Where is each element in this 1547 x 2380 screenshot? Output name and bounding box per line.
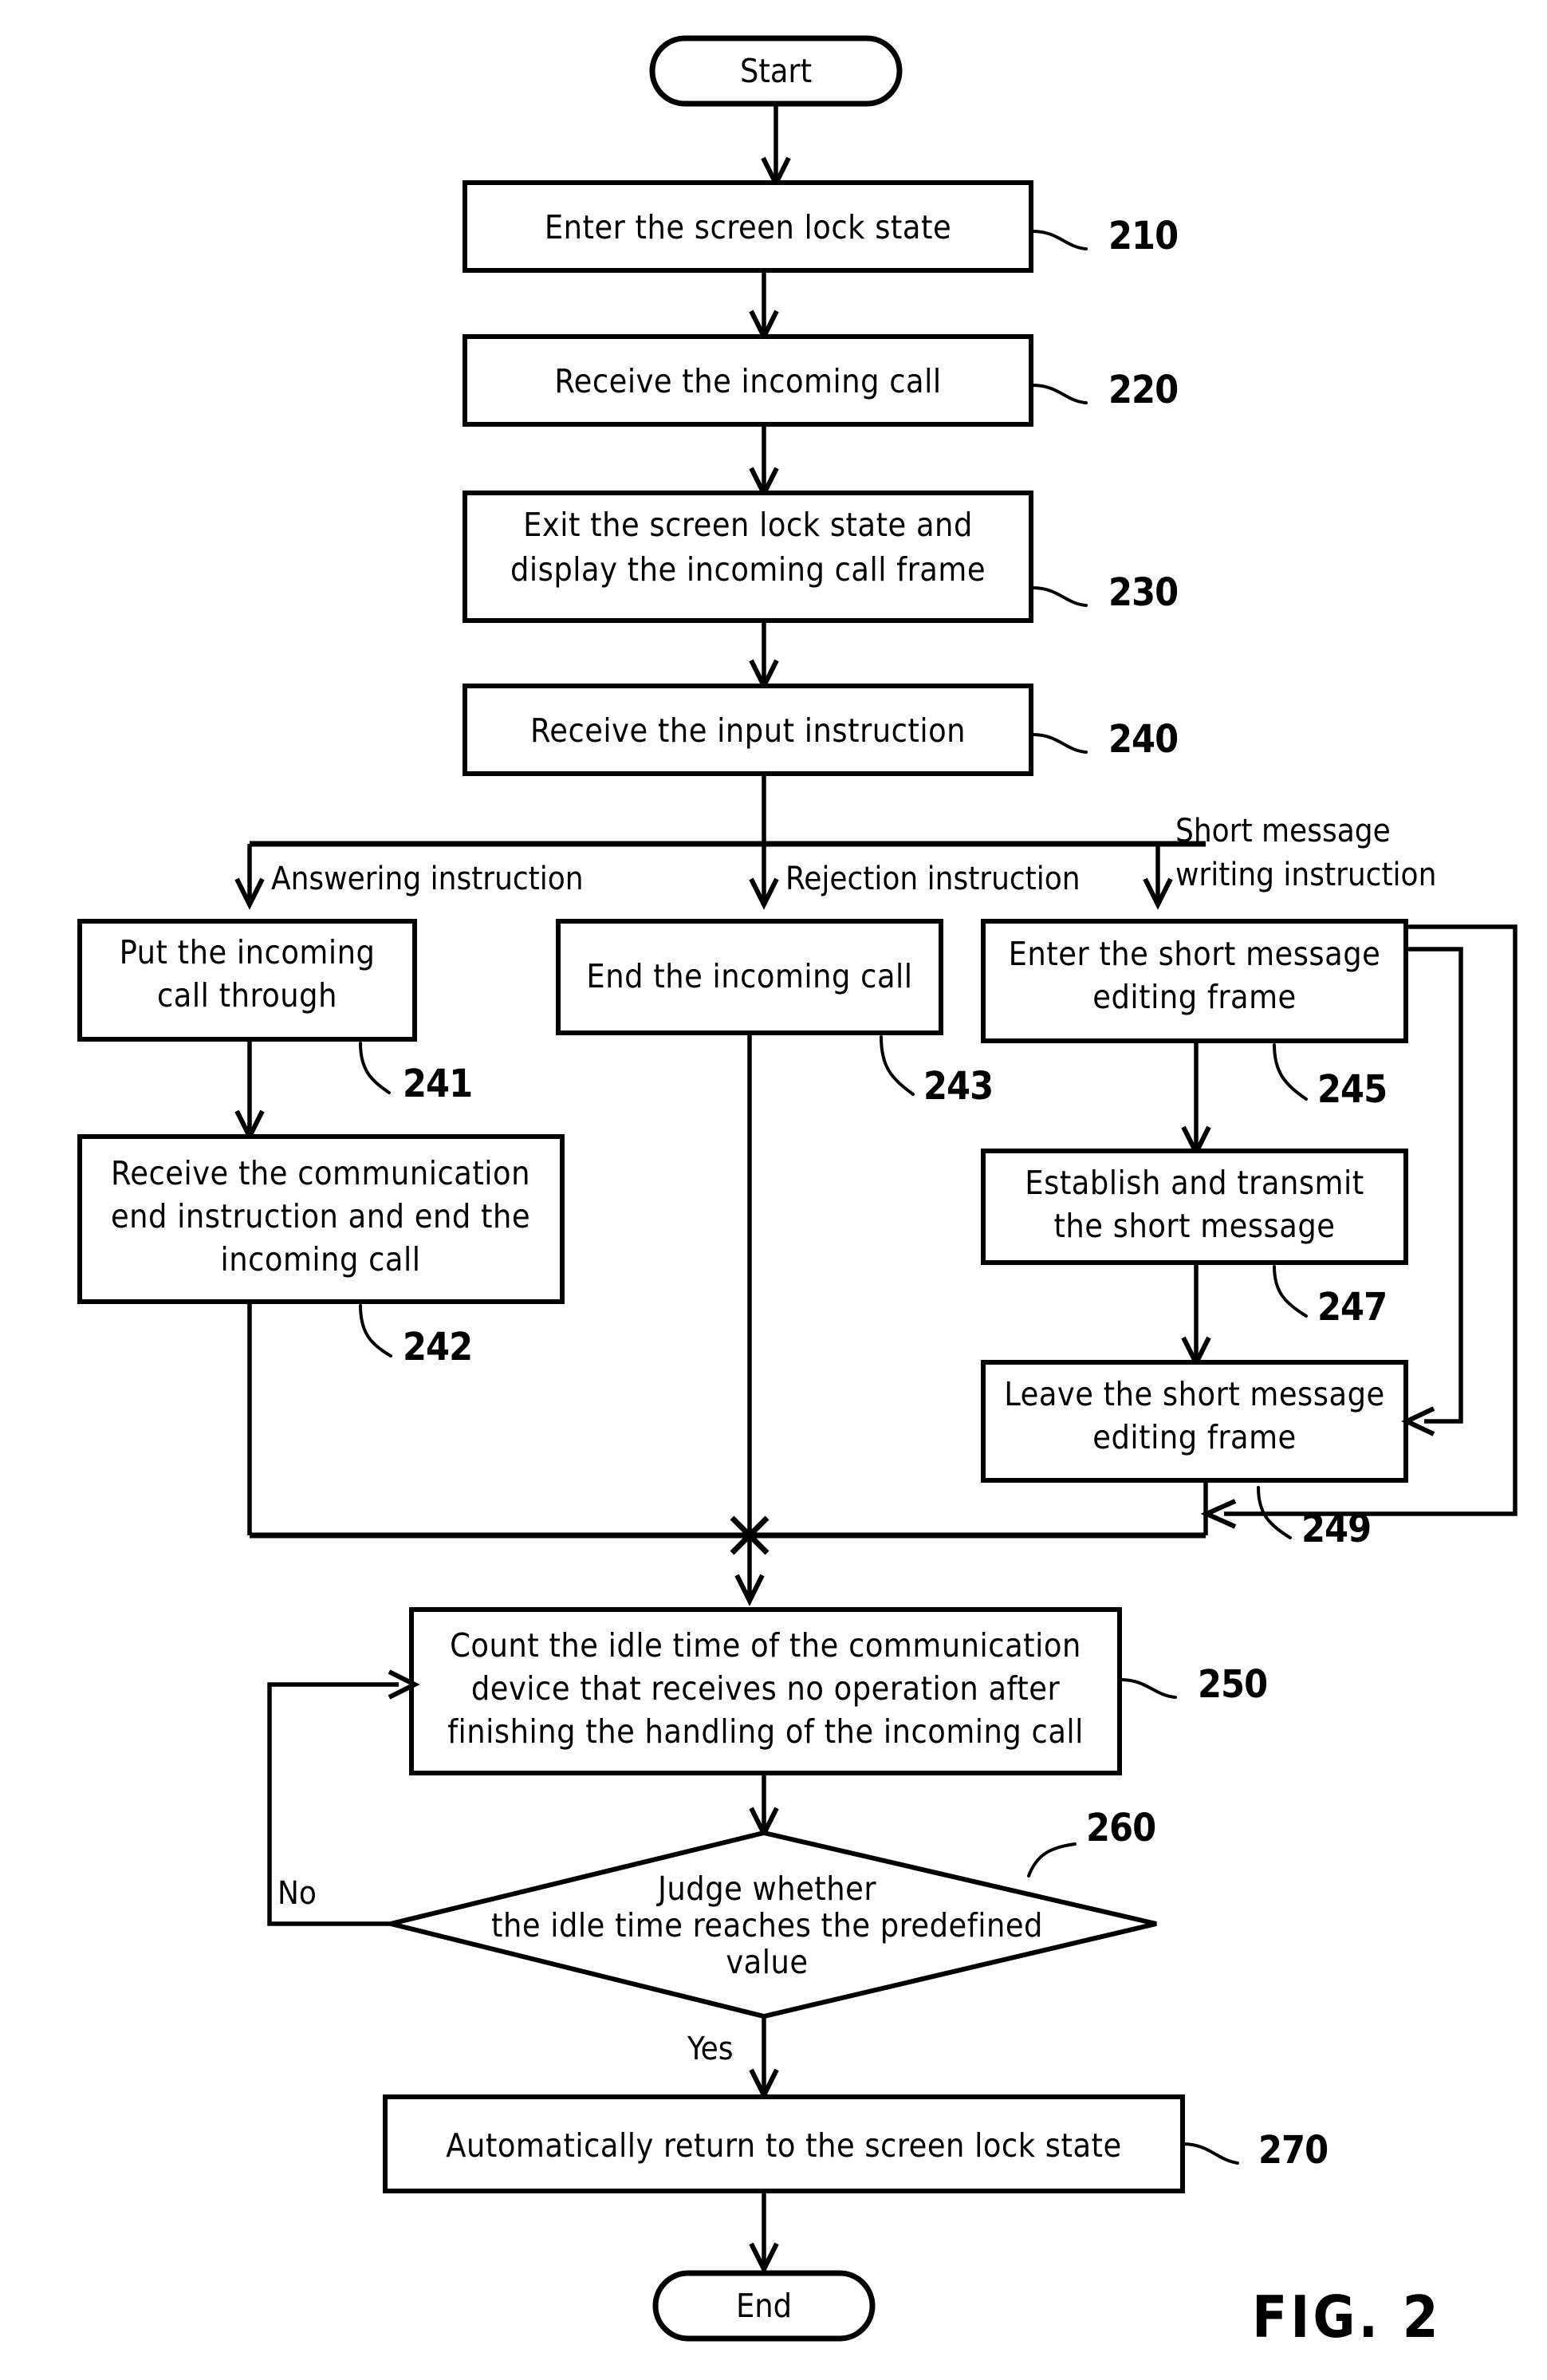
- node-247-line-0: Establish and transmit: [1025, 1164, 1364, 1202]
- node-230-line-0: Exit the screen lock state and: [523, 506, 973, 544]
- node-220: Receive the incoming call: [463, 334, 1033, 427]
- connector-210-to-220: [749, 270, 779, 342]
- connector-241-to-242: [234, 1039, 265, 1142]
- node-240: Receive the input instruction: [463, 684, 1033, 776]
- node-249-line-0: Leave the short message: [1004, 1375, 1384, 1413]
- node-241: Put the incoming call through: [77, 919, 417, 1042]
- edge-label-short-message-1: Short message: [1175, 813, 1391, 849]
- ref-leader-260: 260: [1027, 1806, 1156, 1878]
- connector-230-to-240: [749, 621, 779, 692]
- ref-leader-270: 270: [1181, 2128, 1329, 2173]
- figure-container: Start Enter the screen lock state 210 Re…: [0, 0, 1547, 2380]
- ref-leader-242: 242: [359, 1304, 473, 1369]
- node-210: Enter the screen lock state: [463, 180, 1033, 273]
- connector-start-to-210: [761, 104, 791, 189]
- node-250-line-0: Count the idle time of the communication: [450, 1626, 1081, 1665]
- node-260-line-1: the idle time reaches the predefined: [491, 1906, 1043, 1945]
- edge-label-rejection: Rejection instruction: [785, 861, 1081, 897]
- ref-number-230: 230: [1108, 570, 1178, 615]
- ref-leader-250: 250: [1120, 1662, 1268, 1707]
- node-243: End the incoming call: [556, 919, 943, 1035]
- ref-number-210: 210: [1108, 214, 1178, 258]
- connector-220-to-230: [749, 424, 779, 499]
- ref-leader-210: 210: [1031, 214, 1179, 258]
- node-242: Receive the communication end instructio…: [77, 1134, 565, 1304]
- ref-leader-241: 241: [359, 1042, 473, 1106]
- node-242-line-1: end instruction and end the: [111, 1197, 530, 1235]
- node-end: End: [652, 2270, 876, 2342]
- node-230: Exit the screen lock state and display t…: [463, 491, 1033, 623]
- end-terminal-label: End: [736, 2287, 792, 2325]
- node-220-line-0: Receive the incoming call: [554, 362, 941, 400]
- ref-number-243: 243: [923, 1064, 993, 1109]
- node-260-line-0: Judge whether: [656, 1870, 876, 1908]
- node-245-line-0: Enter the short message: [1009, 935, 1381, 973]
- node-260-line-2: value: [726, 1943, 808, 1981]
- node-249: Leave the short message editing frame: [981, 1360, 1408, 1483]
- node-247: Establish and transmit the short message: [981, 1149, 1408, 1265]
- node-242-line-0: Receive the communication: [111, 1154, 530, 1192]
- ref-number-260: 260: [1086, 1806, 1155, 1850]
- start-terminal-label: Start: [740, 52, 812, 90]
- node-250: Count the idle time of the communication…: [409, 1607, 1122, 1775]
- ref-leader-230: 230: [1031, 570, 1179, 615]
- ref-number-247: 247: [1317, 1285, 1387, 1330]
- feedback-loop-245-to-249: [1400, 947, 1463, 1436]
- ref-leader-220: 220: [1031, 368, 1179, 412]
- edge-label-no: No: [278, 1875, 317, 1912]
- ref-leader-247: 247: [1273, 1265, 1388, 1330]
- merge-bus-to-250: [247, 1033, 1208, 1606]
- ref-leader-249: 249: [1257, 1486, 1372, 1551]
- node-250-line-2: finishing the handling of the incoming c…: [447, 1712, 1084, 1751]
- connector-250-to-260: [749, 1773, 779, 1839]
- node-243-line-0: End the incoming call: [586, 957, 912, 995]
- connector-270-to-end: [749, 2191, 779, 2275]
- connector-260-to-270: Yes: [687, 2016, 779, 2101]
- ref-number-250: 250: [1198, 1662, 1267, 1707]
- ref-leader-245: 245: [1273, 1043, 1388, 1112]
- ref-leader-240: 240: [1031, 717, 1179, 762]
- node-241-line-0: Put the incoming: [120, 933, 376, 971]
- node-245: Enter the short message editing frame: [981, 919, 1408, 1043]
- node-270-line-0: Automatically return to the screen lock …: [446, 2126, 1121, 2165]
- flowchart-diagram: Start Enter the screen lock state 210 Re…: [77, 35, 1517, 2350]
- node-247-line-1: the short message: [1053, 1207, 1335, 1245]
- ref-number-241: 241: [403, 1062, 472, 1106]
- node-240-line-0: Receive the input instruction: [530, 711, 966, 750]
- connector-247-to-249: [1181, 1263, 1211, 1369]
- node-start: Start: [649, 35, 903, 107]
- edge-label-yes: Yes: [687, 2031, 734, 2067]
- node-210-line-0: Enter the screen lock state: [545, 208, 951, 246]
- no-feedback-loop: No: [267, 1669, 420, 1926]
- ref-number-270: 270: [1258, 2128, 1328, 2173]
- connector-245-to-247: [1181, 1041, 1211, 1158]
- ref-number-240: 240: [1108, 717, 1178, 762]
- node-230-line-1: display the incoming call frame: [510, 550, 986, 589]
- node-250-line-1: device that receives no operation after: [471, 1669, 1061, 1708]
- ref-number-220: 220: [1108, 368, 1178, 412]
- node-242-line-2: incoming call: [220, 1240, 420, 1279]
- node-260: Judge whether the idle time reaches the …: [390, 1830, 1157, 2019]
- node-241-line-1: call through: [157, 976, 337, 1015]
- node-270: Automatically return to the screen lock …: [383, 2094, 1185, 2193]
- edge-label-answering: Answering instruction: [271, 861, 584, 897]
- ref-number-242: 242: [403, 1325, 472, 1369]
- ref-leader-243: 243: [880, 1035, 994, 1109]
- figure-caption: FIG. 2: [1252, 2283, 1442, 2350]
- ref-number-245: 245: [1317, 1067, 1387, 1112]
- node-245-line-1: editing frame: [1092, 978, 1296, 1016]
- edge-label-short-message-2: writing instruction: [1175, 857, 1436, 893]
- node-249-line-1: editing frame: [1092, 1418, 1296, 1456]
